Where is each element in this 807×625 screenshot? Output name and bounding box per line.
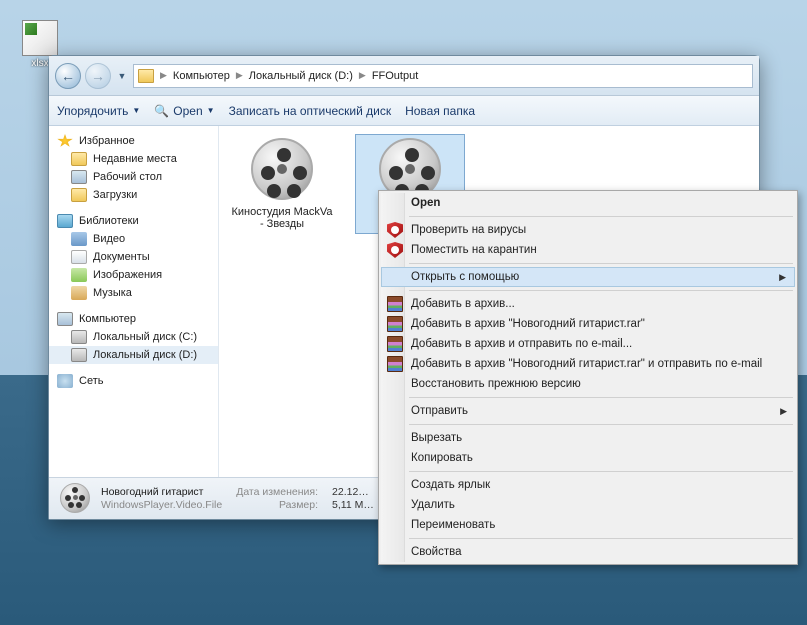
sidebar-item-desktop[interactable]: Рабочий стол — [49, 168, 218, 186]
separator — [409, 471, 793, 472]
menu-copy[interactable]: Копировать — [381, 448, 795, 468]
back-button[interactable]: ← — [55, 63, 81, 89]
chevron-down-icon: ▼ — [132, 106, 140, 115]
sidebar-item-music[interactable]: Музыка — [49, 284, 218, 302]
sidebar-item-images[interactable]: Изображения — [49, 266, 218, 284]
excel-icon — [22, 20, 58, 56]
breadcrumb[interactable]: ▶ Компьютер ▶ Локальный диск (D:) ▶ FFOu… — [133, 64, 753, 88]
sidebar-group-favorites[interactable]: Избранное — [49, 132, 218, 150]
separator — [409, 290, 793, 291]
winrar-icon — [387, 336, 403, 352]
forward-button[interactable]: → — [85, 63, 111, 89]
details-modified-value: 22.12… — [332, 486, 374, 498]
menu-create-shortcut[interactable]: Создать ярлык — [381, 475, 795, 495]
computer-icon — [57, 312, 73, 326]
separator — [409, 538, 793, 539]
new-folder-button[interactable]: Новая папка — [405, 104, 475, 118]
details-modified-label: Дата изменения: — [236, 486, 318, 498]
menu-rename[interactable]: Переименовать — [381, 515, 795, 535]
sidebar-item-recent[interactable]: Недавние места — [49, 150, 218, 168]
network-icon — [57, 374, 73, 388]
menu-properties[interactable]: Свойства — [381, 542, 795, 562]
antivirus-icon — [387, 222, 403, 238]
submenu-arrow-icon: ▶ — [779, 272, 786, 283]
sidebar-group-network[interactable]: Сеть — [49, 372, 218, 390]
menu-cut[interactable]: Вырезать — [381, 428, 795, 448]
sidebar-item-video[interactable]: Видео — [49, 230, 218, 248]
menu-add-archive[interactable]: Добавить в архив... — [381, 294, 795, 314]
crumb-computer[interactable]: Компьютер — [173, 70, 230, 82]
image-icon — [71, 268, 87, 282]
menu-delete[interactable]: Удалить — [381, 495, 795, 515]
details-filename: Новогодний гитарист — [101, 486, 222, 498]
menu-restore-previous[interactable]: Восстановить прежнюю версию — [381, 374, 795, 394]
separator — [409, 216, 793, 217]
folder-icon — [138, 69, 154, 83]
sidebar-item-disk-d[interactable]: Локальный диск (D:) — [49, 346, 218, 364]
antivirus-icon — [387, 242, 403, 258]
separator — [409, 263, 793, 264]
winrar-icon — [387, 296, 403, 312]
menu-send-to[interactable]: Отправить▶ — [381, 401, 795, 421]
sidebar-group-computer[interactable]: Компьютер — [49, 310, 218, 328]
toolbar: Упорядочить ▼ 🔍Open ▼ Записать на оптиче… — [49, 96, 759, 126]
disk-icon — [71, 330, 87, 344]
navigation-pane: Избранное Недавние места Рабочий стол За… — [49, 126, 219, 477]
folder-icon — [71, 188, 87, 202]
history-dropdown-icon[interactable]: ▼ — [115, 67, 129, 85]
menu-quarantine[interactable]: Поместить на карантин — [381, 240, 795, 260]
menu-add-archive-email[interactable]: Добавить в архив и отправить по e-mail..… — [381, 334, 795, 354]
crumb-disk-d[interactable]: Локальный диск (D:) — [249, 70, 353, 82]
menu-add-archive-named[interactable]: Добавить в архив "Новогодний гитарист.ra… — [381, 314, 795, 334]
magnifier-icon: 🔍 — [154, 104, 169, 118]
file-item[interactable]: Киностудия MackVa - Звезды — [227, 134, 337, 234]
desktop-icon — [71, 170, 87, 184]
video-icon — [71, 232, 87, 246]
organize-button[interactable]: Упорядочить ▼ — [57, 104, 140, 118]
details-size-value: 5,11 М… — [332, 499, 374, 511]
separator — [409, 397, 793, 398]
submenu-arrow-icon: ▶ — [780, 406, 787, 417]
menu-scan-virus[interactable]: Проверить на вирусы — [381, 220, 795, 240]
details-filetype: WindowsPlayer.Video.File — [101, 499, 222, 511]
winrar-icon — [387, 356, 403, 372]
menu-add-archive-named-email[interactable]: Добавить в архив "Новогодний гитарист.ra… — [381, 354, 795, 374]
open-button[interactable]: 🔍Open ▼ — [154, 104, 214, 118]
context-menu: Open Проверить на вирусы Поместить на ка… — [378, 190, 798, 565]
disk-icon — [71, 348, 87, 362]
video-file-icon — [250, 138, 314, 202]
document-icon — [71, 250, 87, 264]
music-icon — [71, 286, 87, 300]
crumb-ffoutput[interactable]: FFOutput — [372, 70, 418, 82]
folder-icon — [71, 152, 87, 166]
chevron-down-icon: ▼ — [207, 106, 215, 115]
sidebar-item-disk-c[interactable]: Локальный диск (C:) — [49, 328, 218, 346]
chevron-right-icon: ▶ — [160, 70, 167, 81]
separator — [409, 424, 793, 425]
sidebar-group-libraries[interactable]: Библиотеки — [49, 212, 218, 230]
address-bar-row: ← → ▼ ▶ Компьютер ▶ Локальный диск (D:) … — [49, 56, 759, 96]
sidebar-item-documents[interactable]: Документы — [49, 248, 218, 266]
burn-button[interactable]: Записать на оптический диск — [229, 104, 392, 118]
chevron-right-icon: ▶ — [236, 70, 243, 81]
details-size-label: Размер: — [236, 499, 318, 511]
menu-open-with[interactable]: Открыть с помощью▶ — [381, 267, 795, 287]
winrar-icon — [387, 316, 403, 332]
chevron-right-icon: ▶ — [359, 70, 366, 81]
video-file-icon — [59, 483, 91, 515]
menu-open[interactable]: Open — [381, 193, 795, 213]
star-icon — [57, 134, 73, 148]
sidebar-item-downloads[interactable]: Загрузки — [49, 186, 218, 204]
file-label: Киностудия MackVa - Звезды — [231, 206, 333, 230]
library-icon — [57, 214, 73, 228]
